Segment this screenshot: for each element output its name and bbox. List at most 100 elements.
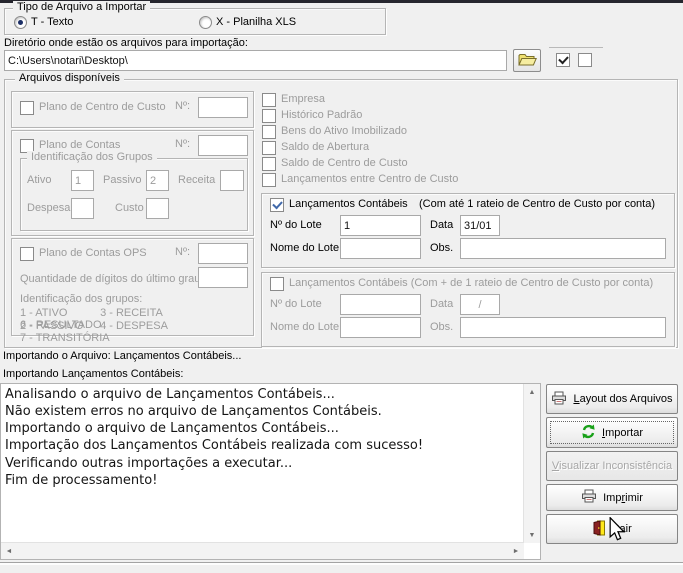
digitos-label: Quantidade de dígitos do último grau (20, 273, 201, 285)
plano-contas-ops-numero-label: Nº: (175, 246, 191, 258)
digitos-input[interactable] (198, 267, 248, 288)
log-line: Verificando outras importações a executa… (5, 455, 293, 471)
log-line: Não existem erros no arquivo de Lançamen… (5, 404, 382, 420)
browse-folder-button[interactable] (513, 49, 541, 72)
lancamentos-simples-box: Lançamentos Contábeis (Com até 1 rateio … (261, 193, 675, 268)
plano-contas-ops-numero-input[interactable] (198, 243, 248, 264)
lote2-input[interactable] (340, 294, 421, 315)
ativo-label: Ativo (27, 174, 52, 186)
directory-input[interactable] (4, 50, 507, 71)
option-checkbox-1[interactable] (556, 53, 570, 67)
refresh-icon (581, 424, 596, 442)
saldo-abertura-label: Saldo de Abertura (281, 141, 370, 153)
plano-contas-numero-input[interactable] (198, 135, 248, 156)
plano-contas-box: Plano de Contas Nº: Identificação dos Gr… (11, 130, 254, 236)
saldo-centro-custo-checkbox[interactable] (262, 157, 276, 171)
passivo-input[interactable] (146, 170, 169, 191)
lote2-label: Nº do Lote (270, 298, 322, 310)
saldo-abertura-checkbox[interactable] (262, 141, 276, 155)
plano-contas-label: Plano de Contas (39, 139, 121, 151)
historico-padrao-checkbox[interactable] (262, 109, 276, 123)
plano-contas-ops-box: Plano de Contas OPS Nº: Quantidade de dí… (11, 238, 254, 344)
despesa-label: Despesa (27, 202, 71, 214)
nome-lote-input[interactable] (340, 238, 421, 259)
despesa-input[interactable] (71, 198, 94, 219)
lancamentos-entre-cc-label: Lançamentos entre Centro de Custo (281, 173, 459, 185)
layout-dos-arquivos-button[interactable]: Layout dos Arquivos (546, 384, 678, 414)
lancamentos-multiplos-box: Lançamentos Contábeis (Com + de 1 rateio… (261, 272, 675, 347)
plano-centro-custo-checkbox[interactable] (20, 101, 34, 115)
data-label: Data (430, 219, 454, 231)
import-log-memo[interactable]: Analisando o arquivo de Lançamentos Cont… (0, 383, 541, 560)
importar-button[interactable]: Importar (546, 417, 678, 448)
obs-label: Obs. (430, 242, 454, 254)
option-group-line (549, 47, 603, 48)
log-line: Importando o arquivo de Lançamentos Cont… (5, 421, 339, 437)
import-log-text: Analisando o arquivo de Lançamentos Cont… (5, 386, 522, 541)
file-type-group-title: Tipo de Arquivo a Importar (13, 1, 151, 13)
passivo-label: Passivo (103, 174, 142, 186)
file-type-groupbox: Tipo de Arquivo a Importar T - Texto X -… (4, 1, 386, 35)
scroll-right-icon[interactable]: ► (508, 543, 524, 559)
nome-lote2-input[interactable] (340, 317, 421, 338)
empresa-label: Empresa (281, 93, 326, 105)
plano-contas-ops-label: Plano de Contas OPS (39, 247, 147, 259)
ativo-input[interactable] (71, 170, 94, 191)
lote-label: Nº do Lote (270, 219, 322, 231)
directory-label: Diretório onde estão os arquivos para im… (4, 37, 248, 49)
lancamentos-multiplos-checkbox[interactable] (270, 277, 284, 291)
option-checkbox-2[interactable] (578, 53, 592, 67)
data2-input[interactable] (460, 294, 500, 315)
radio-planilha-xls[interactable] (199, 16, 212, 29)
receita-input[interactable] (220, 170, 244, 191)
scroll-up-icon[interactable]: ▲ (524, 384, 540, 400)
data-input[interactable] (460, 215, 500, 236)
import-dialog: Tipo de Arquivo a Importar T - Texto X -… (0, 0, 683, 573)
plano-centro-custo-numero-label: Nº: (175, 100, 191, 112)
identificacao-grupos-title: Identificação dos Grupos (27, 151, 157, 163)
scroll-left-icon[interactable]: ◄ (1, 543, 17, 559)
lote-input[interactable] (340, 215, 421, 236)
plano-contas-ops-checkbox[interactable] (20, 247, 34, 261)
available-files-groupbox: Arquivos disponíveis Plano de Centro de … (4, 72, 678, 348)
saldo-centro-custo-label: Saldo de Centro de Custo (281, 157, 408, 169)
vertical-scrollbar[interactable]: ▲ ▼ (523, 384, 540, 543)
bens-ativo-label: Bens do Ativo Imobilizado (281, 125, 407, 137)
lancamentos-entre-cc-checkbox[interactable] (262, 173, 276, 187)
log-line: Importação dos Lançamentos Contábeis rea… (5, 438, 424, 454)
imprimir-button[interactable]: Imprimir (546, 484, 678, 511)
nome-lote-label: Nome do Lote (270, 242, 340, 254)
mouse-cursor (608, 516, 626, 546)
plano-centro-custo-box: Plano de Centro de Custo Nº: (11, 91, 254, 128)
lancamentos-simples-label[interactable]: Lançamentos Contábeis (289, 198, 408, 210)
plano-contas-numero-label: Nº: (175, 138, 191, 150)
custo-label: Custo (115, 202, 144, 214)
radio-planilha-xls-label[interactable]: X - Planilha XLS (216, 16, 296, 28)
plano-centro-custo-numero-input[interactable] (198, 97, 248, 118)
lancamentos-simples-checkbox[interactable] (270, 198, 284, 212)
log-line: Fim de processamento! (5, 472, 158, 488)
custo-input[interactable] (146, 198, 169, 219)
plano-centro-custo-label: Plano de Centro de Custo (39, 101, 166, 113)
obs-input[interactable] (460, 238, 666, 259)
ops-grupos-row-2: 2 - PASSIVO 4 - DESPESA 7 - TRANSITÓRIA (20, 320, 168, 344)
bens-ativo-checkbox[interactable] (262, 125, 276, 139)
identificacao-grupos-box: Identificação dos Grupos Ativo Passivo R… (20, 151, 248, 231)
button-label: Importar (602, 426, 643, 439)
empresa-checkbox[interactable] (262, 93, 276, 107)
bottom-divider (0, 562, 683, 565)
log-line: Analisando o arquivo de Lançamentos Cont… (5, 387, 335, 402)
radio-texto[interactable] (14, 16, 27, 29)
lancamentos-simples-sublabel: (Com até 1 rateio de Centro de Custo por… (419, 198, 656, 210)
status-line-1: Importando o Arquivo: Lançamentos Contáb… (3, 350, 242, 362)
obs2-input[interactable] (460, 317, 666, 338)
historico-padrao-label: Histórico Padrão (281, 109, 363, 121)
nome-lote2-label: Nome do Lote (270, 321, 340, 333)
data2-label: Data (430, 298, 454, 310)
radio-texto-label[interactable]: T - Texto (31, 16, 73, 28)
button-label: Layout dos Arquivos (573, 393, 673, 405)
exit-door-icon (592, 519, 606, 539)
scroll-down-icon[interactable]: ▼ (524, 527, 540, 543)
horizontal-scrollbar[interactable]: ◄ ► (1, 542, 524, 559)
available-files-title: Arquivos disponíveis (15, 72, 124, 84)
